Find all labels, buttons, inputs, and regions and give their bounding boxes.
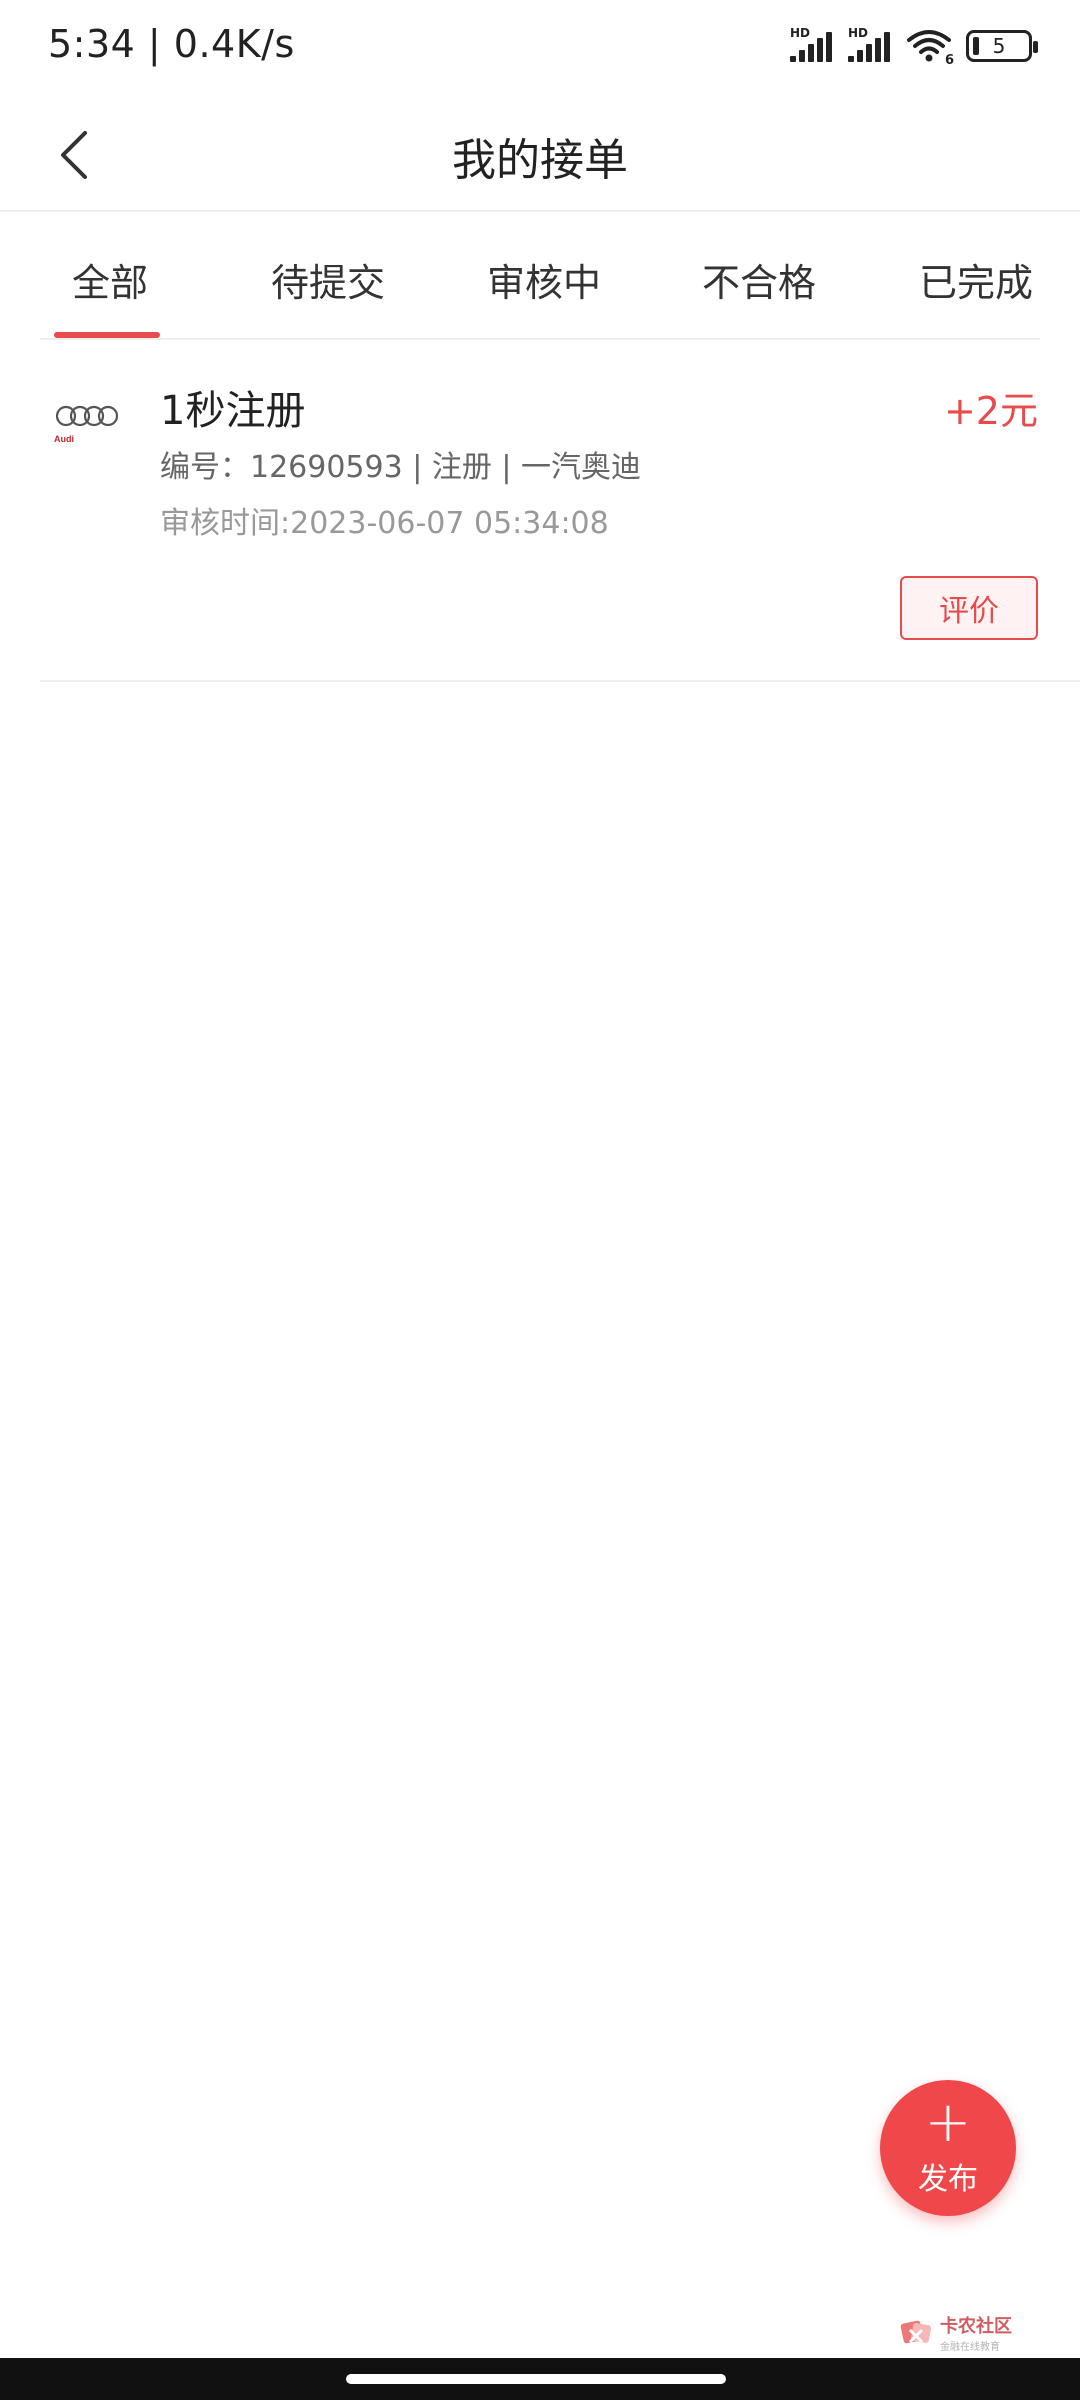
battery-icon: 5 [966,30,1038,62]
task-reward: +2元 [943,389,1038,433]
signal-hd-label: HD [790,26,811,40]
home-indicator[interactable] [346,2374,726,2384]
signal-icon: HD [848,26,892,66]
wifi-icon: 6 [906,26,954,68]
audi-rings-icon [55,405,119,427]
rate-button[interactable]: 评价 [900,576,1038,640]
tab-pending-submit[interactable]: 待提交 [271,252,385,307]
signal-hd-label: HD [848,26,869,40]
audi-logo: Audi [54,400,124,450]
tab-bar: 全部 待提交 审核中 不合格 已完成 [40,212,1040,340]
plus-icon: + [924,2090,972,2155]
logo-text: Audi [54,434,74,444]
task-title: 1秒注册 [160,388,306,434]
watermark-title: 卡农社区 [940,2316,1012,2337]
tab-unqualified[interactable]: 不合格 [702,252,816,307]
status-bar: 5:34 | 0.4K/s HD HD 6 5 [0,0,1080,100]
tab-active-indicator [54,332,160,338]
order-card[interactable]: Audi 1秒注册 +2元 编号：12690593 | 注册 | 一汽奥迪 审核… [40,340,1080,682]
wifi-label: 6 [944,53,954,68]
app-header: 我的接单 [0,100,1080,212]
signal-icon: HD [790,26,834,66]
status-icons: HD HD 6 5 [790,26,1038,68]
publish-fab-button[interactable]: + 发布 [880,2080,1016,2216]
page-title: 我的接单 [452,135,628,186]
battery-level: 5 [992,34,1006,58]
tab-under-review[interactable]: 审核中 [487,252,601,307]
watermark: 卡农社区 金融在线教育 [900,2312,1012,2353]
tab-all[interactable]: 全部 [72,252,148,307]
tab-completed[interactable]: 已完成 [919,252,1033,307]
status-time-speed: 5:34 | 0.4K/s [48,22,295,66]
watermark-subtitle: 金融在线教育 [940,2342,1000,2353]
watermark-logo-icon [900,2320,931,2343]
review-time: 审核时间:2023-06-07 05:34:08 [160,506,609,541]
task-meta: 编号：12690593 | 注册 | 一汽奥迪 [160,450,642,485]
fab-label: 发布 [918,2162,978,2197]
system-nav-bar [0,2358,1080,2400]
